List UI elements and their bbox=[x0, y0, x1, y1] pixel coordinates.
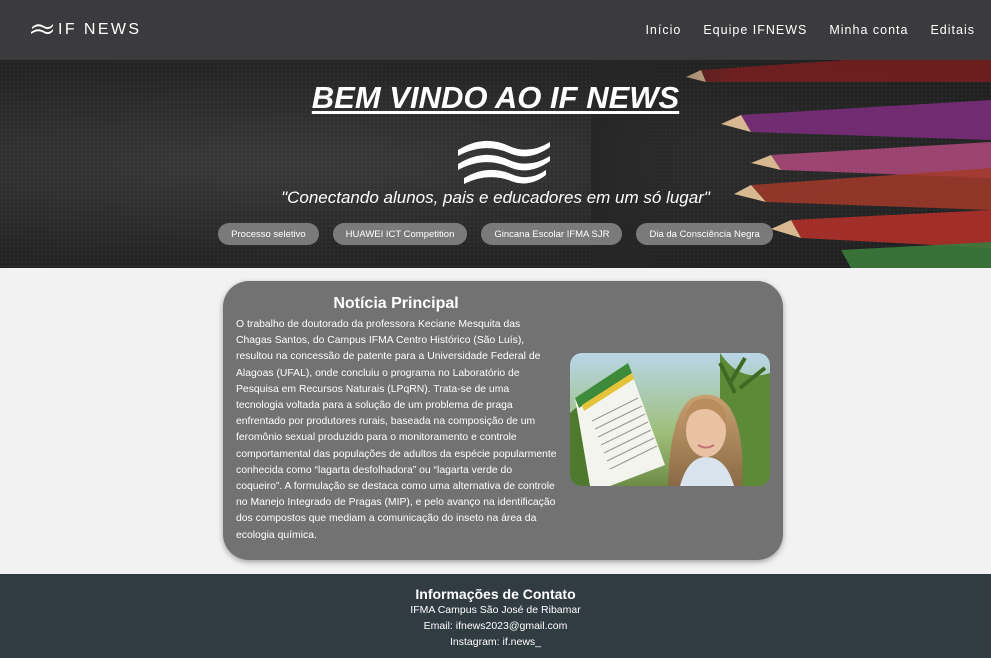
hero-tag-list: Processo seletivo HUAWEI ICT Competition… bbox=[0, 223, 991, 245]
nav-link-editais[interactable]: Editais bbox=[930, 23, 975, 37]
hero-banner: BEM VINDO AO IF NEWS "Conectando alunos,… bbox=[0, 60, 991, 268]
footer-title: Informações de Contato bbox=[415, 586, 576, 602]
news-title: Notícia Principal bbox=[333, 295, 459, 312]
nav-link-equipe[interactable]: Equipe IFNEWS bbox=[703, 23, 807, 37]
brand-logo[interactable]: IF NEWS bbox=[30, 21, 141, 39]
navbar: IF NEWS Início Equipe IFNEWS Minha conta… bbox=[0, 0, 991, 60]
waves-logo-icon bbox=[458, 140, 550, 184]
footer-campus: IFMA Campus São José de Ribamar bbox=[410, 604, 581, 616]
tag-gincana-escolar[interactable]: Gincana Escolar IFMA SJR bbox=[481, 223, 623, 245]
tag-processo-seletivo[interactable]: Processo seletivo bbox=[218, 223, 319, 245]
brand-name: IF NEWS bbox=[58, 21, 142, 38]
tag-huawei-ict[interactable]: HUAWEI ICT Competition bbox=[332, 223, 468, 245]
tag-consciencia-negra[interactable]: Dia da Consciência Negra bbox=[636, 223, 773, 245]
nav-link-inicio[interactable]: Início bbox=[645, 23, 681, 37]
news-body: O trabalho de doutorado da professora Ke… bbox=[236, 319, 557, 541]
hero-tagline: "Conectando alunos, pais e educadores em… bbox=[281, 188, 710, 207]
nav-menu: Início Equipe IFNEWS Minha conta Editais bbox=[645, 23, 975, 37]
footer: Informações de Contato IFMA Campus São J… bbox=[0, 574, 991, 658]
footer-instagram[interactable]: Instagram: if.news_ bbox=[0, 634, 991, 650]
news-photo bbox=[570, 353, 770, 486]
main-news-card: Notícia Principal O trabalho de doutorad… bbox=[223, 281, 783, 560]
nav-link-minha-conta[interactable]: Minha conta bbox=[829, 23, 908, 37]
footer-email[interactable]: Email: ifnews2023@gmail.com bbox=[0, 618, 991, 634]
hero-title: BEM VINDO AO IF NEWS bbox=[311, 80, 680, 115]
waves-icon bbox=[31, 24, 53, 35]
